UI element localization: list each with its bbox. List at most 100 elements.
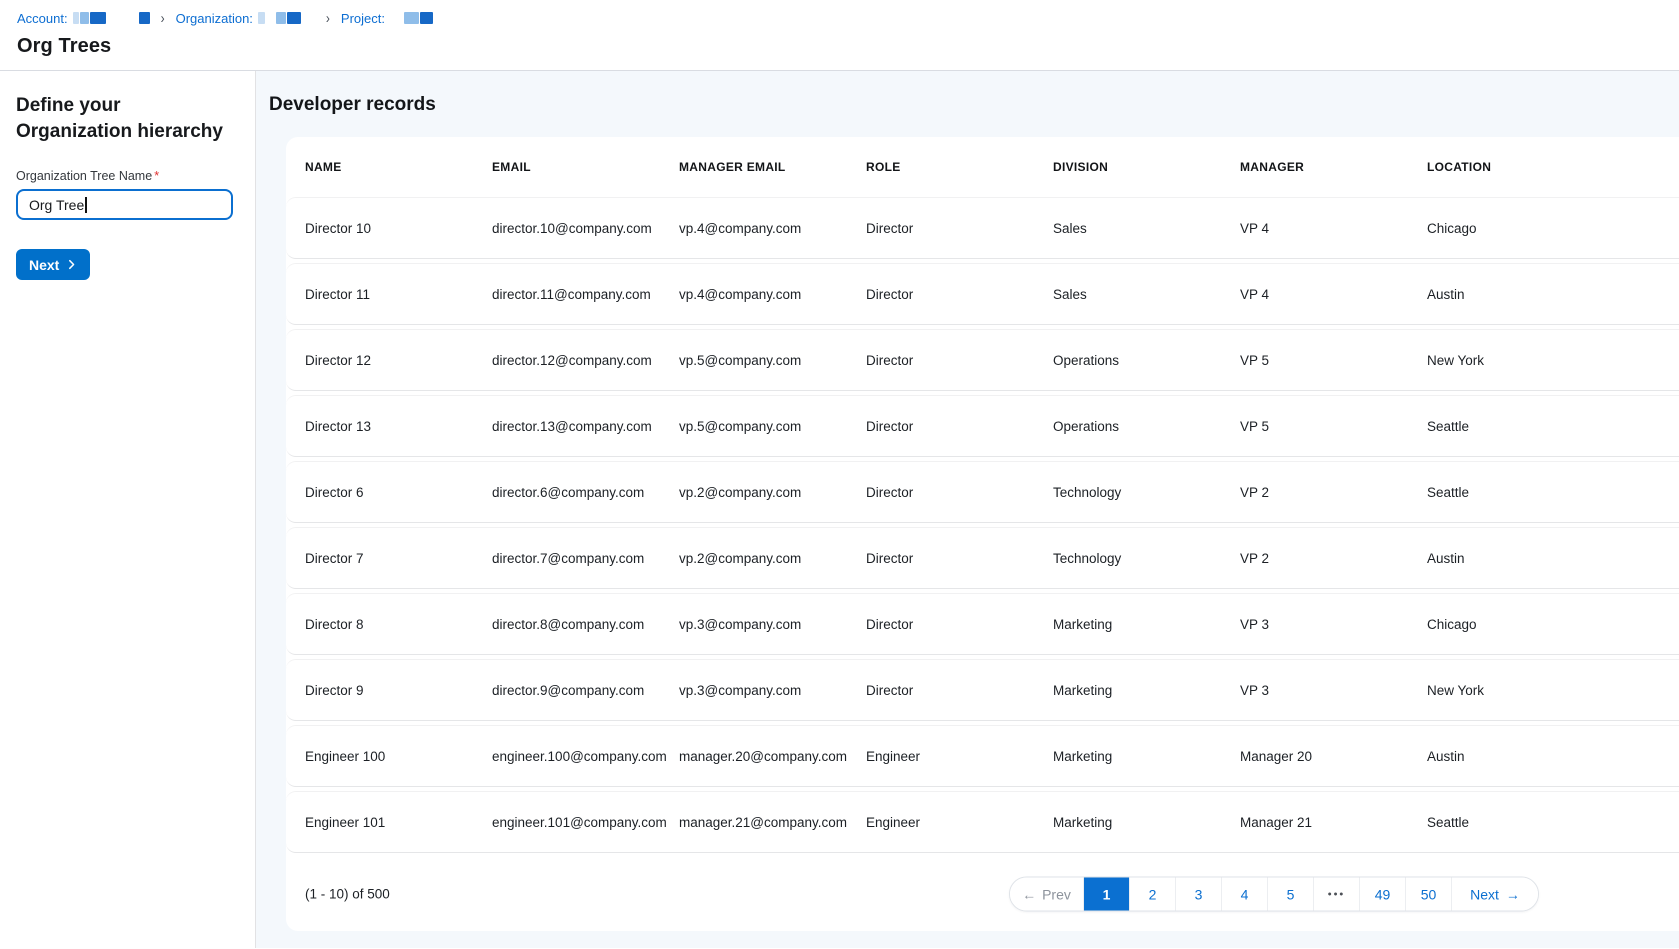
breadcrumb-link-organization[interactable]: Organization: xyxy=(176,11,253,26)
cell-name: Engineer 100 xyxy=(305,749,492,764)
table-row: Director 11director.11@company.comvp.4@c… xyxy=(286,263,1679,325)
cell-role: Engineer xyxy=(866,749,1053,764)
page-button-5[interactable]: 5 xyxy=(1268,878,1314,911)
redacted-chip xyxy=(73,12,79,24)
cell-manager: VP 2 xyxy=(1240,551,1427,566)
table-row: Engineer 101engineer.101@company.commana… xyxy=(286,791,1679,853)
page-button-4[interactable]: 4 xyxy=(1222,878,1268,911)
redacted-chip xyxy=(258,12,265,24)
column-header-name: NAME xyxy=(305,160,492,174)
cell-manager: VP 4 xyxy=(1240,287,1427,302)
cell-role: Director xyxy=(866,485,1053,500)
breadcrumb-item-project: Project: xyxy=(341,11,433,26)
page-button-2[interactable]: 2 xyxy=(1130,878,1176,911)
pagination-range: (1 - 10) of 500 xyxy=(305,887,390,902)
pagination-ellipsis[interactable]: ••• xyxy=(1314,878,1360,911)
page-button-1[interactable]: 1 xyxy=(1084,878,1130,911)
page-button-49[interactable]: 49 xyxy=(1360,878,1406,911)
cell-role: Director xyxy=(866,221,1053,236)
cell-division: Operations xyxy=(1053,353,1240,368)
cell-location: New York xyxy=(1427,683,1614,698)
cell-email: engineer.101@company.com xyxy=(492,815,679,830)
cell-name: Director 9 xyxy=(305,683,492,698)
redacted-chip xyxy=(80,12,89,24)
prev-label: Prev xyxy=(1042,886,1071,902)
cell-division: Technology xyxy=(1053,551,1240,566)
arrow-right-icon: → xyxy=(1506,886,1520,902)
cell-manager-email: vp.2@company.com xyxy=(679,485,866,500)
cell-name: Director 10 xyxy=(305,221,492,236)
cell-manager: VP 5 xyxy=(1240,419,1427,434)
cell-email: director.7@company.com xyxy=(492,551,679,566)
chevron-right-icon xyxy=(66,259,77,270)
cell-email: director.10@company.com xyxy=(492,221,679,236)
table-row: Director 8director.8@company.comvp.3@com… xyxy=(286,593,1679,655)
cell-division: Marketing xyxy=(1053,815,1240,830)
prev-page-button[interactable]: ←Prev xyxy=(1010,878,1084,911)
cell-name: Director 11 xyxy=(305,287,492,302)
cell-email: director.6@company.com xyxy=(492,485,679,500)
column-header-manager-email: MANAGER EMAIL xyxy=(679,160,866,174)
cell-location: Austin xyxy=(1427,551,1614,566)
org-tree-name-input[interactable]: Org Tree xyxy=(16,189,233,220)
cell-manager: VP 2 xyxy=(1240,485,1427,500)
cell-division: Sales xyxy=(1053,287,1240,302)
cell-location: Chicago xyxy=(1427,617,1614,632)
breadcrumb-separator-icon: › xyxy=(157,10,169,27)
cell-manager-email: vp.2@company.com xyxy=(679,551,866,566)
next-page-button[interactable]: Next → xyxy=(1452,878,1538,911)
cell-division: Marketing xyxy=(1053,683,1240,698)
redacted-chip xyxy=(276,12,286,24)
next-button[interactable]: Next xyxy=(16,249,90,280)
cell-location: Seattle xyxy=(1427,419,1614,434)
redacted-chip xyxy=(287,12,301,24)
cell-name: Director 6 xyxy=(305,485,492,500)
page-button-50[interactable]: 50 xyxy=(1406,878,1452,911)
cell-manager: VP 3 xyxy=(1240,617,1427,632)
cell-email: director.8@company.com xyxy=(492,617,679,632)
cell-name: Engineer 101 xyxy=(305,815,492,830)
cell-manager-email: vp.5@company.com xyxy=(679,419,866,434)
table-row: Director 7director.7@company.comvp.2@com… xyxy=(286,527,1679,589)
cell-location: New York xyxy=(1427,353,1614,368)
cell-manager-email: vp.4@company.com xyxy=(679,221,866,236)
redacted-chip xyxy=(404,12,419,24)
table-row: Director 10director.10@company.comvp.4@c… xyxy=(286,197,1679,259)
table-footer: (1 - 10) of 500 ←Prev12345•••4950 Next → xyxy=(286,857,1679,931)
table-row: Director 12director.12@company.comvp.5@c… xyxy=(286,329,1679,391)
cell-manager: VP 3 xyxy=(1240,683,1427,698)
cell-location: Seattle xyxy=(1427,815,1614,830)
page-title: Org Trees xyxy=(17,35,1679,58)
redacted-chip xyxy=(139,12,150,24)
cell-email: director.12@company.com xyxy=(492,353,679,368)
table-row: Director 9director.9@company.comvp.3@com… xyxy=(286,659,1679,721)
sidebar: Define your Organization hierarchy Organ… xyxy=(0,71,256,948)
breadcrumb-link-account[interactable]: Account: xyxy=(17,11,68,26)
page-header: Account: › Organization: › Project: Org … xyxy=(0,0,1679,71)
table-header-row: NAMEEMAILMANAGER EMAILROLEDIVISIONMANAGE… xyxy=(286,137,1679,197)
breadcrumb-separator-icon: › xyxy=(322,10,334,27)
cell-name: Director 7 xyxy=(305,551,492,566)
cell-role: Director xyxy=(866,617,1053,632)
cell-role: Director xyxy=(866,353,1053,368)
cell-role: Director xyxy=(866,287,1053,302)
cell-manager-email: vp.3@company.com xyxy=(679,617,866,632)
breadcrumb-link-project[interactable]: Project: xyxy=(341,11,385,26)
cell-role: Director xyxy=(866,683,1053,698)
cell-location: Austin xyxy=(1427,287,1614,302)
text-cursor xyxy=(85,197,87,213)
cell-name: Director 12 xyxy=(305,353,492,368)
section-heading: Developer records xyxy=(269,94,1679,116)
cell-division: Marketing xyxy=(1053,749,1240,764)
cell-role: Director xyxy=(866,551,1053,566)
table-row: Engineer 100engineer.100@company.commana… xyxy=(286,725,1679,787)
column-header-division: DIVISION xyxy=(1053,160,1240,174)
breadcrumb-item-account: Account: xyxy=(17,11,150,26)
required-marker: * xyxy=(154,169,159,183)
cell-location: Austin xyxy=(1427,749,1614,764)
cell-email: engineer.100@company.com xyxy=(492,749,679,764)
table-row: Director 13director.13@company.comvp.5@c… xyxy=(286,395,1679,457)
page-button-3[interactable]: 3 xyxy=(1176,878,1222,911)
next-label: Next xyxy=(1470,886,1499,902)
cell-manager-email: manager.21@company.com xyxy=(679,815,866,830)
